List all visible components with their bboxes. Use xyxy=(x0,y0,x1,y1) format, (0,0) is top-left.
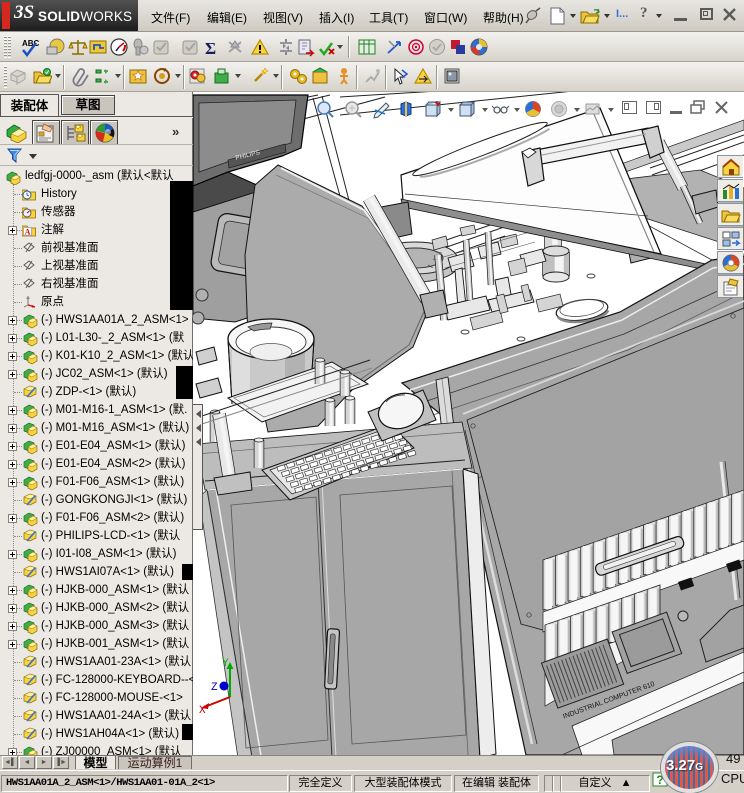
svg-text:Z: Z xyxy=(211,682,218,694)
svg-text:Y: Y xyxy=(222,658,229,670)
svg-text:A: A xyxy=(25,228,31,237)
svg-text:Σ: Σ xyxy=(205,39,216,58)
svg-text:X: X xyxy=(199,705,206,717)
